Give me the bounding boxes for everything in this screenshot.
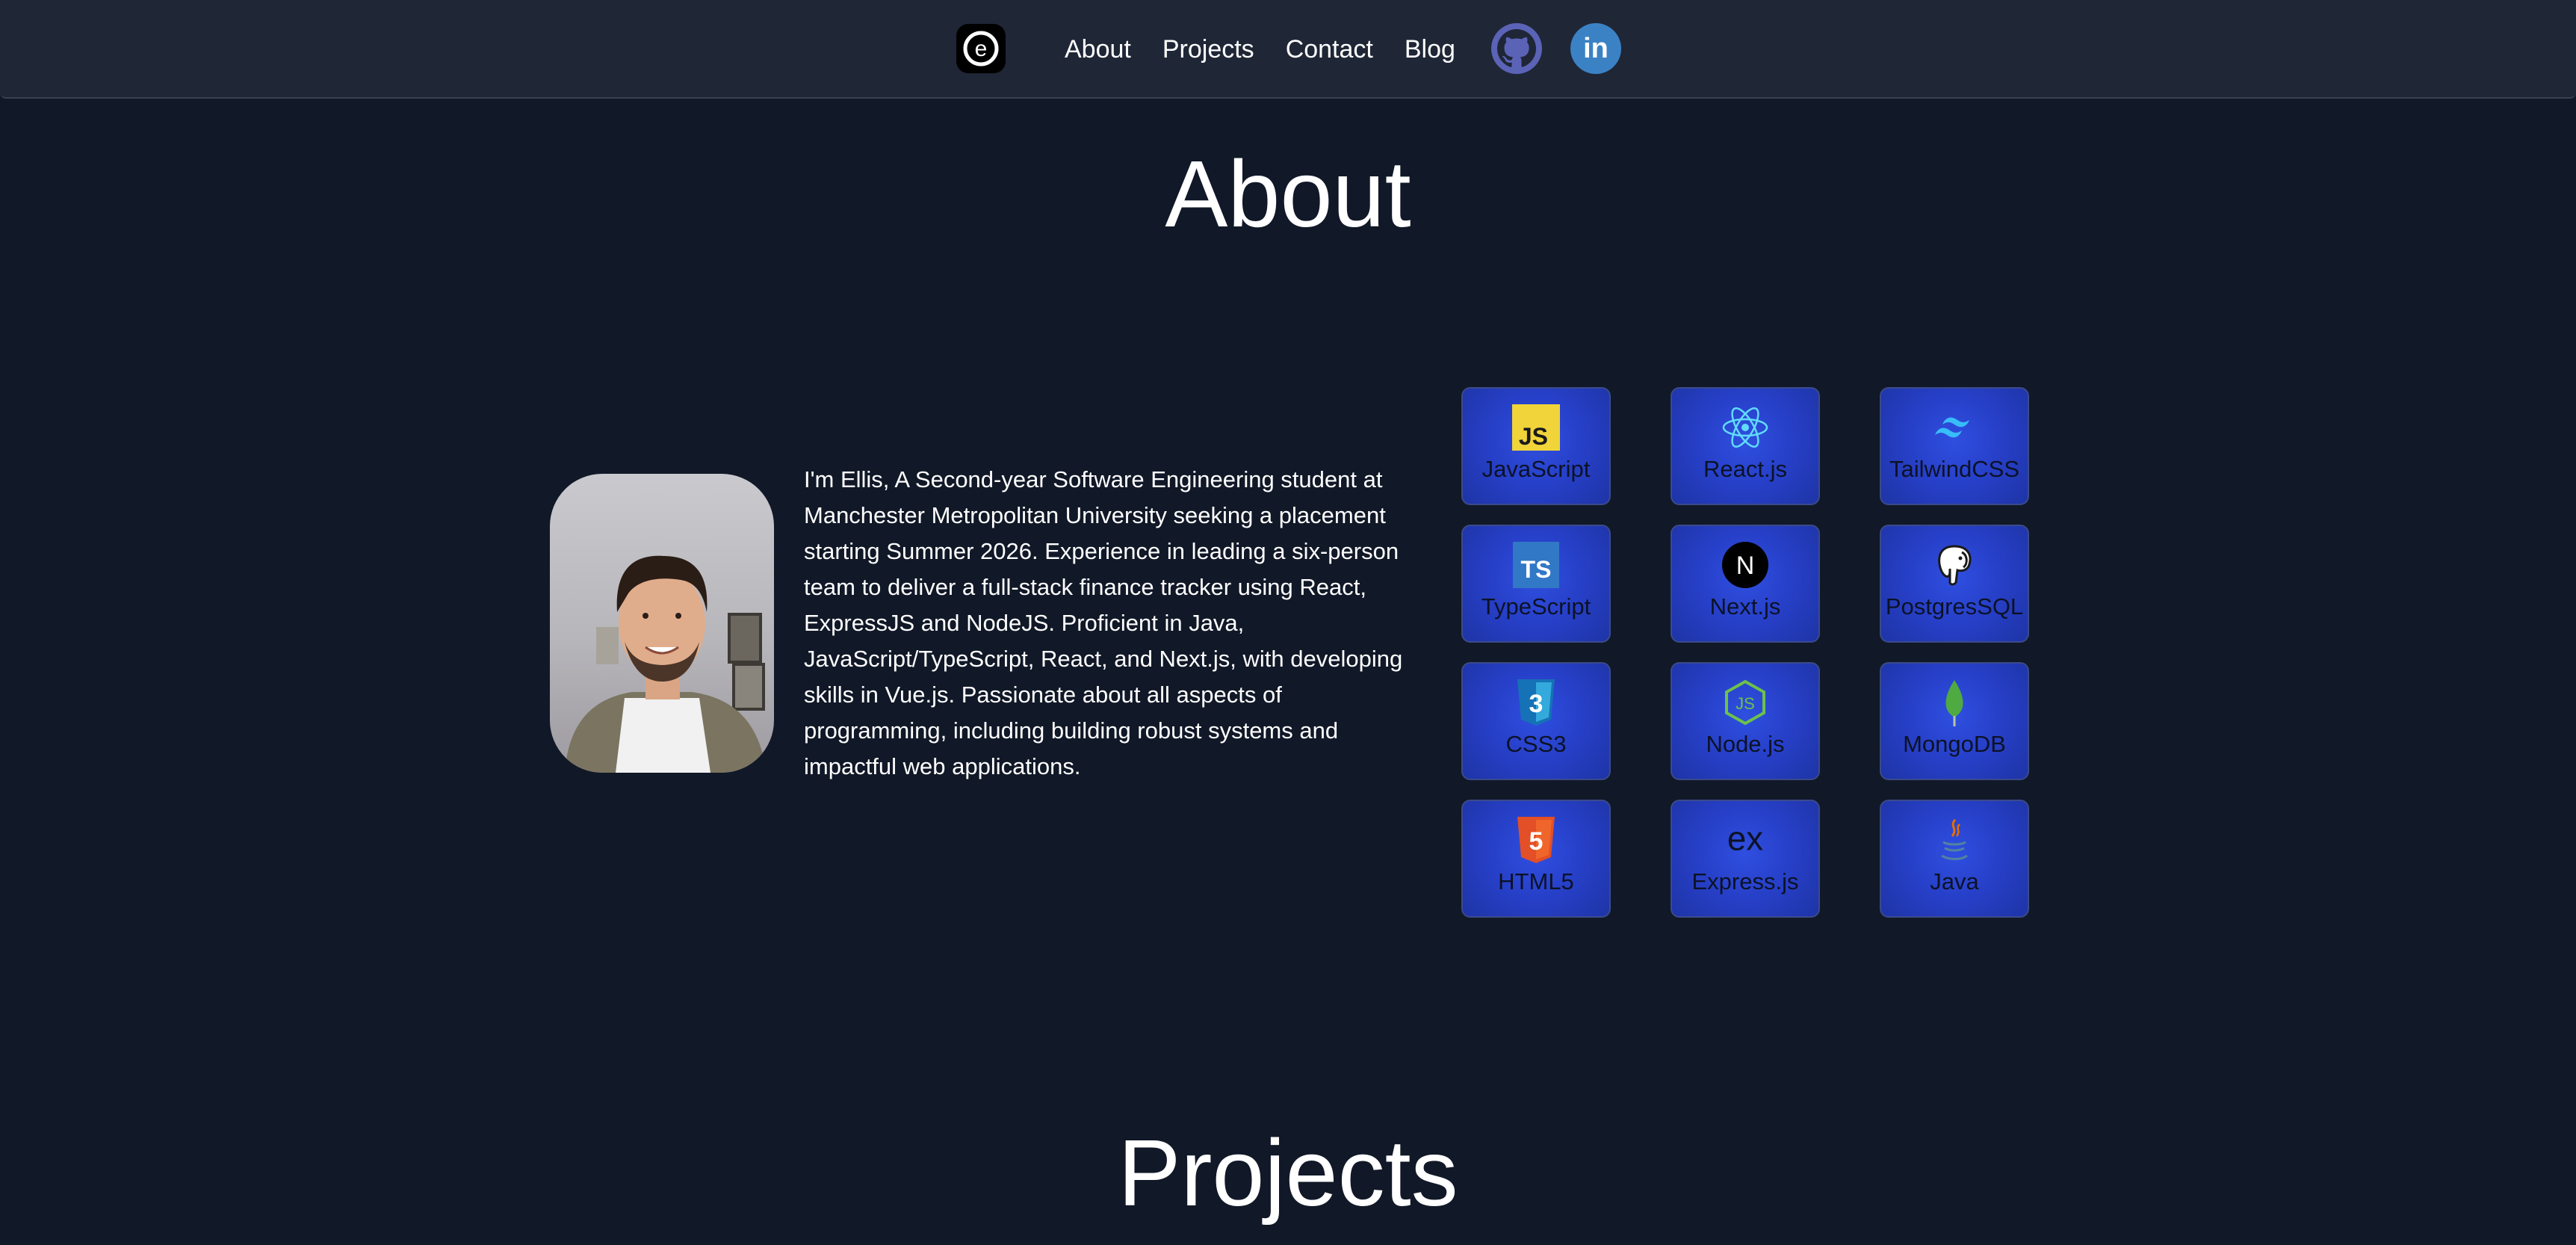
skill-card-java[interactable]: Java (1880, 800, 2029, 918)
css3-icon: 3 (1512, 679, 1560, 726)
nav-link-about[interactable]: About (1065, 34, 1131, 64)
typescript-icon: TS (1512, 541, 1560, 589)
nav-link-blog[interactable]: Blog (1405, 34, 1455, 64)
linkedin-icon: in (1583, 33, 1609, 64)
skill-label: MongoDB (1903, 731, 2006, 757)
skill-card-tailwind[interactable]: TailwindCSS (1880, 387, 2029, 505)
skill-card-html5[interactable]: 5 HTML5 (1461, 800, 1611, 918)
logo-e-icon: e (963, 31, 999, 67)
profile-photo (550, 474, 774, 773)
nodejs-icon: JS (1721, 679, 1769, 726)
svg-text:3: 3 (1529, 690, 1544, 718)
skill-label: Java (1930, 868, 1979, 895)
nav-link-contact[interactable]: Contact (1286, 34, 1373, 64)
postgresql-icon (1931, 541, 1978, 589)
svg-text:JS: JS (1519, 423, 1548, 450)
nav-links: About Projects Contact Blog (1065, 34, 1455, 64)
svg-text:TS: TS (1521, 556, 1552, 583)
skill-label: Express.js (1691, 868, 1799, 895)
profile-portrait-image (565, 555, 767, 773)
skill-card-express[interactable]: ex Express.js (1671, 800, 1820, 918)
skill-card-nextjs[interactable]: N Next.js (1671, 525, 1820, 643)
github-icon (1497, 29, 1536, 67)
mongodb-icon (1931, 679, 1978, 726)
skill-card-javascript[interactable]: JS JavaScript (1461, 387, 1611, 505)
skill-label: HTML5 (1498, 868, 1574, 895)
svg-text:JS: JS (1736, 694, 1755, 713)
github-link[interactable] (1491, 23, 1542, 74)
java-icon (1931, 816, 1978, 864)
skill-card-css3[interactable]: 3 CSS3 (1461, 662, 1611, 780)
skill-label: TailwindCSS (1889, 456, 2019, 482)
skill-label: React.js (1703, 456, 1787, 482)
skill-card-react[interactable]: React.js (1671, 387, 1820, 505)
svg-text:e: e (975, 37, 988, 61)
top-navbar: e About Projects Contact Blog in (0, 0, 2576, 99)
nextjs-icon: N (1721, 541, 1769, 589)
tailwind-icon (1931, 404, 1978, 451)
javascript-icon: JS (1512, 404, 1560, 451)
html5-icon: 5 (1512, 816, 1560, 864)
skills-grid: JS JavaScript React.js TailwindCSS TS Ty… (1461, 387, 2029, 921)
skill-card-postgresql[interactable]: PostgresSQL (1880, 525, 2029, 643)
svg-text:5: 5 (1529, 827, 1544, 856)
skill-card-mongodb[interactable]: MongoDB (1880, 662, 2029, 780)
skill-label: Node.js (1706, 731, 1785, 757)
site-logo[interactable]: e (956, 24, 1006, 73)
linkedin-link[interactable]: in (1570, 23, 1621, 74)
about-bio: I'm Ellis, A Second-year Software Engine… (804, 466, 1403, 779)
skill-label: TypeScript (1481, 593, 1591, 620)
skill-label: JavaScript (1481, 456, 1591, 482)
skill-label: PostgresSQL (1885, 593, 2024, 620)
svg-text:ex: ex (1727, 821, 1763, 858)
projects-heading: Projects (1118, 1120, 1458, 1226)
skill-label: Next.js (1709, 593, 1781, 620)
nav-link-projects[interactable]: Projects (1162, 34, 1254, 64)
express-icon: ex (1721, 816, 1769, 864)
skill-card-typescript[interactable]: TS TypeScript (1461, 525, 1611, 643)
about-heading: About (1165, 141, 1411, 247)
react-icon (1721, 404, 1769, 451)
skill-label: CSS3 (1505, 731, 1567, 757)
svg-text:N: N (1736, 552, 1755, 580)
skill-card-nodejs[interactable]: JS Node.js (1671, 662, 1820, 780)
